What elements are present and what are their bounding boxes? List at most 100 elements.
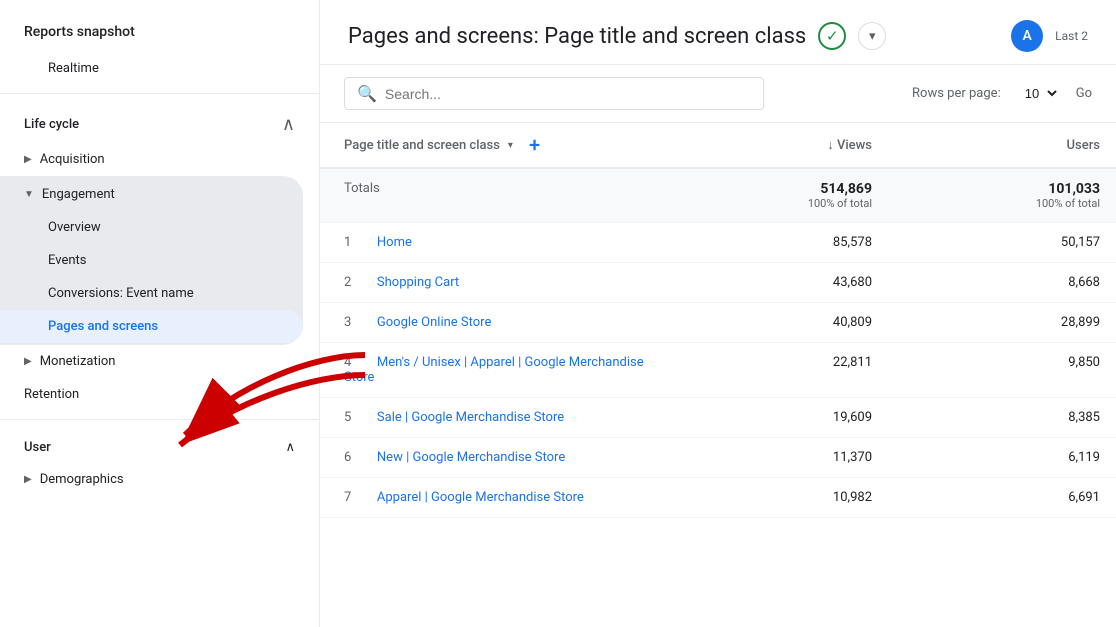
sidebar-lifecycle-section[interactable]: Life cycle ∧	[0, 102, 319, 143]
monetization-expand-icon: ▶	[24, 356, 32, 367]
lifecycle-chevron: ∧	[282, 114, 295, 135]
row-num-2: 3	[344, 315, 364, 330]
row-num-6: 7	[344, 490, 364, 505]
table-row: 7 Apparel | Google Merchandise Store 10,…	[320, 478, 1116, 518]
monetization-label: Monetization	[40, 354, 116, 369]
row-dimension-cell-4: 5 Sale | Google Merchandise Store	[320, 398, 660, 438]
acquisition-label: Acquisition	[40, 152, 105, 167]
sidebar-item-events[interactable]: Events	[0, 244, 287, 277]
reports-snapshot-label: Reports snapshot	[0, 16, 319, 52]
row-num-3: 4	[344, 355, 364, 370]
retention-label: Retention	[24, 387, 79, 402]
row-views-1: 43,680	[660, 263, 888, 303]
sidebar-user-section[interactable]: User ∧	[0, 428, 319, 463]
table-row: 6 New | Google Merchandise Store 11,370 …	[320, 438, 1116, 478]
rows-per-page-select[interactable]: 10 25 50	[1017, 85, 1060, 102]
row-users-0: 50,157	[888, 223, 1116, 263]
sidebar-divider-2	[0, 419, 319, 420]
add-dimension-button[interactable]: +	[529, 133, 540, 157]
row-users-1: 8,668	[888, 263, 1116, 303]
sidebar-item-pages-screens[interactable]: Pages and screens	[0, 310, 303, 343]
row-title-0[interactable]: Home	[377, 235, 412, 250]
totals-users-cell: 101,033 100% of total	[888, 168, 1116, 223]
user-label: User	[24, 440, 51, 455]
search-input[interactable]	[385, 86, 751, 102]
totals-users-pct: 100% of total	[904, 197, 1100, 210]
row-dimension-cell-1: 2 Shopping Cart	[320, 263, 660, 303]
row-title-6[interactable]: Apparel | Google Merchandise Store	[377, 490, 584, 505]
dimension-label: Page title and screen class	[344, 138, 500, 153]
totals-views-cell: 514,869 100% of total	[660, 168, 888, 223]
sidebar-item-demographics[interactable]: ▶ Demographics	[0, 463, 303, 496]
row-users-2: 28,899	[888, 303, 1116, 343]
row-dimension-cell-6: 7 Apparel | Google Merchandise Store	[320, 478, 660, 518]
views-label: ↓ Views	[827, 138, 872, 153]
overview-label: Overview	[48, 220, 101, 235]
row-dimension-cell-0: 1 Home	[320, 223, 660, 263]
row-users-4: 8,385	[888, 398, 1116, 438]
sidebar-item-overview[interactable]: Overview	[0, 211, 287, 244]
go-label: Go	[1076, 86, 1092, 101]
row-views-2: 40,809	[660, 303, 888, 343]
row-num-5: 6	[344, 450, 364, 465]
row-views-5: 11,370	[660, 438, 888, 478]
row-views-4: 19,609	[660, 398, 888, 438]
lifecycle-label: Life cycle	[24, 117, 79, 132]
demographics-expand-icon: ▶	[24, 474, 32, 485]
row-views-6: 10,982	[660, 478, 888, 518]
sidebar-divider-1	[0, 93, 319, 94]
sidebar-item-retention[interactable]: Retention	[0, 378, 303, 411]
col-users-header[interactable]: Users	[888, 123, 1116, 168]
sidebar-item-monetization[interactable]: ▶ Monetization	[0, 345, 303, 378]
header-dropdown-button[interactable]: ▾	[858, 22, 886, 50]
sidebar-item-realtime-label: Realtime	[48, 61, 99, 76]
row-dimension-cell-5: 6 New | Google Merchandise Store	[320, 438, 660, 478]
row-title-5[interactable]: New | Google Merchandise Store	[377, 450, 565, 465]
row-num-4: 5	[344, 410, 364, 425]
row-dimension-cell-3: 4 Men's / Unisex | Apparel | Google Merc…	[320, 343, 660, 398]
table-row: 2 Shopping Cart 43,680 8,668	[320, 263, 1116, 303]
row-title-2[interactable]: Google Online Store	[377, 315, 491, 330]
conversions-label: Conversions: Event name	[48, 286, 194, 301]
row-title-3[interactable]: Men's / Unisex | Apparel | Google Mercha…	[344, 355, 644, 385]
user-chevron: ∧	[285, 440, 295, 455]
sidebar-item-conversions[interactable]: Conversions: Event name	[0, 277, 287, 310]
users-label: Users	[1067, 138, 1100, 153]
col-views-header[interactable]: ↓ Views	[660, 123, 888, 168]
row-users-5: 6,119	[888, 438, 1116, 478]
row-views-3: 22,811	[660, 343, 888, 398]
search-icon: 🔍	[357, 84, 377, 103]
table-row: 4 Men's / Unisex | Apparel | Google Merc…	[320, 343, 1116, 398]
main-header: Pages and screens: Page title and screen…	[320, 0, 1116, 65]
row-users-6: 6,691	[888, 478, 1116, 518]
totals-users-value: 101,033	[904, 181, 1100, 197]
engagement-label: Engagement	[42, 187, 115, 202]
events-label: Events	[48, 253, 86, 268]
sidebar-item-realtime[interactable]: Realtime	[0, 52, 303, 85]
table-toolbar: 🔍 Rows per page: 10 25 50 Go	[320, 65, 1116, 123]
page-title: Pages and screens: Page title and screen…	[348, 24, 806, 49]
table-area: 🔍 Rows per page: 10 25 50 Go Page title …	[320, 65, 1116, 627]
row-num-1: 2	[344, 275, 364, 290]
last-label: Last 2	[1055, 29, 1088, 43]
totals-views-pct: 100% of total	[676, 197, 872, 210]
search-box[interactable]: 🔍	[344, 77, 764, 110]
engagement-expand-icon: ▼	[24, 189, 34, 200]
rows-per-page-label: Rows per page:	[912, 86, 1001, 101]
sidebar-item-acquisition[interactable]: ▶ Acquisition	[0, 143, 303, 176]
row-title-1[interactable]: Shopping Cart	[377, 275, 459, 290]
dimension-dropdown-icon[interactable]: ▾	[508, 140, 513, 151]
totals-label: Totals	[344, 181, 380, 196]
table-row: 5 Sale | Google Merchandise Store 19,609…	[320, 398, 1116, 438]
col-dimension-header: Page title and screen class ▾ +	[320, 123, 660, 168]
row-views-0: 85,578	[660, 223, 888, 263]
row-title-4[interactable]: Sale | Google Merchandise Store	[377, 410, 564, 425]
pages-screens-label: Pages and screens	[48, 319, 158, 334]
row-num-0: 1	[344, 235, 364, 250]
main-content: Pages and screens: Page title and screen…	[320, 0, 1116, 627]
data-table: Page title and screen class ▾ + ↓ Views …	[320, 123, 1116, 518]
table-header-row: Page title and screen class ▾ + ↓ Views …	[320, 123, 1116, 168]
totals-views-value: 514,869	[676, 181, 872, 197]
acquisition-expand-icon: ▶	[24, 154, 32, 165]
sidebar-item-engagement[interactable]: ▼ Engagement	[0, 178, 303, 211]
